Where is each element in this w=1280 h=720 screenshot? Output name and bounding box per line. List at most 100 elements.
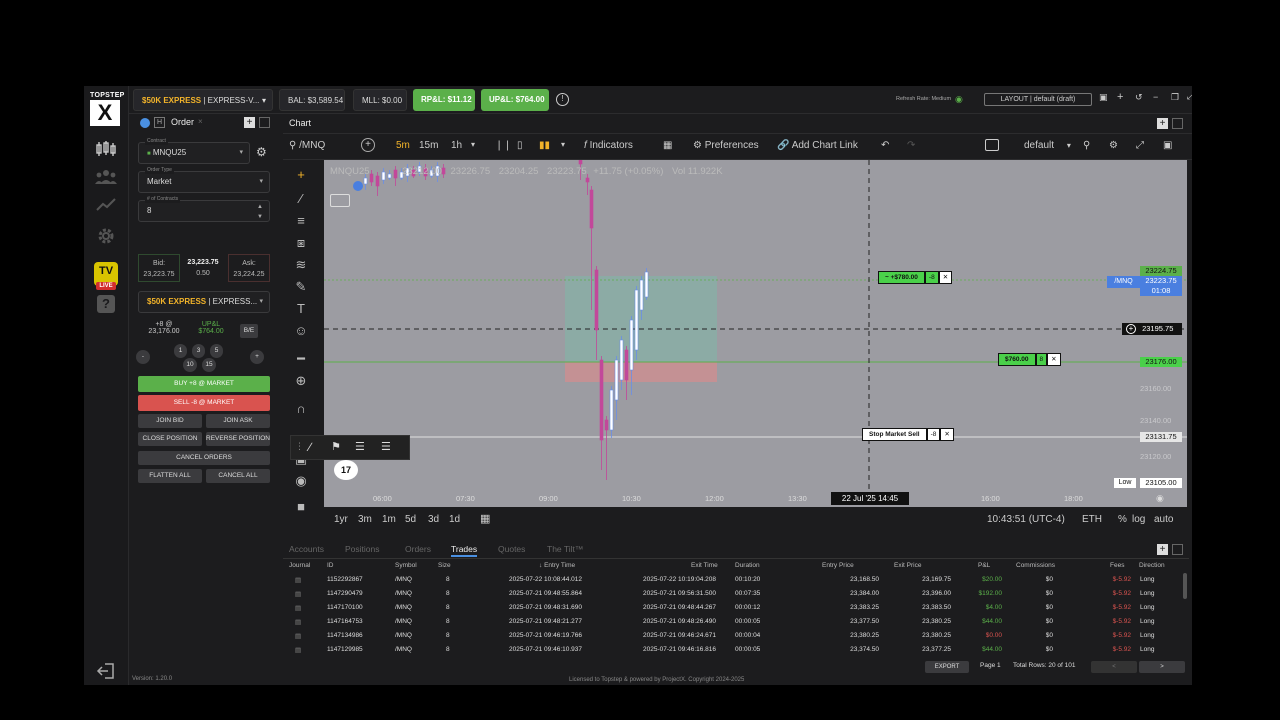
col-fees[interactable]: Fees — [1110, 562, 1124, 569]
add-icon[interactable]: + — [1117, 91, 1123, 103]
zoom-icon[interactable]: ⚲ — [1083, 140, 1090, 151]
analytics-icon[interactable] — [92, 196, 120, 220]
gear-icon[interactable]: ⚙ — [1109, 140, 1118, 151]
line-tool-icon[interactable]: ∕ — [309, 440, 311, 454]
col-entry-price[interactable]: Entry Price — [822, 562, 854, 569]
help-icon[interactable]: ? — [92, 292, 120, 316]
col-id[interactable]: ID — [327, 562, 334, 569]
chevron-down-icon[interactable]: ▾ — [471, 140, 475, 149]
stepper-icon[interactable]: ▲ ▼ — [257, 202, 263, 222]
gear-icon[interactable]: ⚙ — [256, 145, 267, 159]
trash-icon[interactable]: ■ — [292, 498, 310, 516]
cancel-orders-button[interactable]: CANCEL ORDERS — [138, 451, 270, 465]
close-icon[interactable]: ✕ — [938, 271, 953, 284]
range-1m[interactable]: 1m — [382, 514, 396, 525]
journal-icon[interactable]: ▤ — [295, 646, 301, 654]
add-order-icon[interactable]: + — [1126, 324, 1136, 334]
time-axis[interactable]: 06:00 07:30 09:00 10:30 12:00 13:30 22 J… — [324, 491, 1187, 507]
topstep-logo[interactable]: TOPSTEP X — [90, 92, 124, 128]
settings-eye-icon[interactable]: ◉ — [1156, 493, 1164, 504]
tf-15m[interactable]: 15m — [419, 140, 438, 151]
tab-tilt[interactable]: The Tilt™ — [547, 544, 583, 554]
increment-button[interactable]: + — [250, 350, 264, 364]
journal-icon[interactable]: ▤ — [295, 618, 301, 626]
crosshair-icon[interactable]: + — [292, 166, 310, 184]
close-icon[interactable]: × — [198, 117, 203, 126]
compare-icon[interactable]: + — [361, 138, 375, 152]
hollow-candles-icon[interactable]: ▯ — [517, 140, 523, 151]
expand-icon[interactable]: ⤢ — [1136, 140, 1144, 151]
undo-icon[interactable]: ↶ — [881, 140, 889, 151]
tab-orders[interactable]: Orders — [405, 544, 431, 554]
journal-icon[interactable]: ▤ — [295, 632, 301, 640]
col-direction[interactable]: Direction — [1139, 562, 1165, 569]
emoji-icon[interactable]: ☺ — [292, 322, 310, 340]
chart-canvas[interactable]: MNQU25 23212.00 23226.75 23204.25 23223.… — [290, 160, 1187, 507]
pattern-icon[interactable]: ⧆ — [292, 234, 310, 252]
tf-1h[interactable]: 1h — [451, 140, 462, 151]
tab-trades[interactable]: Trades — [451, 544, 478, 557]
popout-icon[interactable] — [1172, 118, 1183, 129]
qty-15-button[interactable]: 15 — [202, 358, 216, 372]
popout-icon[interactable] — [1172, 544, 1183, 555]
order-type-select[interactable]: Order Type Market ▾ — [138, 166, 270, 193]
grid-icon[interactable]: ▦ — [663, 140, 672, 151]
bars-style-icon[interactable]: ❘❘ — [495, 140, 512, 151]
drag-handle-icon[interactable]: ⋮ — [295, 441, 304, 452]
parallel-lines-icon[interactable]: ≡ — [292, 212, 310, 230]
table-row[interactable]: ▤ 1152292867/MNQ 8 2025-07-22 10:08:44.012 2… — [283, 573, 1183, 587]
sliders-icon[interactable]: ☰ — [355, 440, 365, 453]
decrement-button[interactable]: - — [136, 350, 150, 364]
table-row[interactable]: ▤ 1147170100/MNQ 8 2025-07-21 09:48:31.690 2… — [283, 601, 1183, 615]
scrollbar[interactable] — [1183, 573, 1187, 599]
text-icon[interactable]: T — [292, 300, 310, 318]
qty-1-button[interactable]: 1 — [174, 344, 187, 358]
take-profit-order[interactable]: ~ +$780.00 -8 ✕ — [878, 271, 953, 286]
contract-select[interactable]: Contract ■ MNQU25 ▾ — [138, 137, 250, 164]
tf-5m[interactable]: 5m — [396, 140, 410, 151]
tab-quotes[interactable]: Quotes — [498, 544, 525, 554]
undo-icon[interactable]: ↺ — [1135, 92, 1143, 103]
minimize-icon[interactable]: − — [1153, 92, 1158, 102]
camera-icon[interactable]: ▣ — [1163, 140, 1172, 151]
join-bid-button[interactable]: JOIN BID — [138, 414, 202, 428]
collapse-legend-icon[interactable] — [330, 194, 350, 207]
bid-box[interactable]: Bid: 23,223.75 — [138, 254, 180, 282]
prev-page-button[interactable]: < — [1091, 661, 1137, 673]
add-panel-icon[interactable]: + — [1157, 544, 1168, 555]
window-icon[interactable]: ❐ — [1171, 92, 1179, 103]
flatten-all-button[interactable]: FLATTEN ALL — [138, 469, 202, 483]
order-tab[interactable]: Order — [171, 117, 194, 127]
add-panel-icon[interactable]: + — [244, 117, 255, 128]
col-exit-time[interactable]: Exit Time — [691, 562, 718, 569]
close-icon[interactable]: ✕ — [1047, 353, 1061, 366]
table-row[interactable]: ▤ 1147164753/MNQ 8 2025-07-21 09:48:21.277 2… — [283, 615, 1183, 629]
fullscreen-icon[interactable] — [985, 139, 999, 151]
range-1yr[interactable]: 1yr — [334, 514, 348, 525]
tab-accounts[interactable]: Accounts — [289, 544, 324, 554]
breakeven-button[interactable]: B/E — [240, 324, 258, 338]
trend-line-icon[interactable]: ∕ — [292, 190, 310, 208]
eye-icon[interactable]: ◉ — [292, 472, 310, 490]
flag-icon[interactable]: ⚑ — [331, 440, 341, 453]
indicators-button[interactable]: f Indicators — [584, 140, 633, 151]
popout-icon[interactable] — [259, 117, 270, 128]
contracts-input[interactable]: # of Contracts 8 ▲ ▼ — [138, 195, 270, 222]
journal-icon[interactable]: ▤ — [295, 604, 301, 612]
col-pnl[interactable]: P&L — [978, 562, 990, 569]
save-icon[interactable]: ▣ — [1099, 92, 1108, 103]
symbol-search[interactable]: ⚲ /MNQ — [289, 140, 325, 151]
chevron-down-icon[interactable]: ▾ — [561, 140, 565, 149]
expand-icon[interactable]: ⤢ — [1187, 91, 1192, 102]
logout-icon[interactable] — [92, 662, 120, 685]
auto-toggle[interactable]: auto — [1154, 514, 1173, 525]
community-icon[interactable] — [92, 168, 120, 192]
account-select[interactable]: $50K EXPRESS | EXPRESS... ▾ — [138, 291, 270, 313]
reverse-position-button[interactable]: REVERSE POSITION — [206, 432, 270, 446]
cancel-all-button[interactable]: CANCEL ALL — [206, 469, 270, 483]
template-select[interactable]: default ▾ — [1024, 140, 1071, 151]
col-symbol[interactable]: Symbol — [395, 562, 417, 569]
layout-selector[interactable]: LAYOUT | default (draft) — [984, 93, 1092, 106]
session-toggle[interactable]: ETH — [1082, 514, 1102, 525]
col-commissions[interactable]: Commissions — [1016, 562, 1055, 569]
